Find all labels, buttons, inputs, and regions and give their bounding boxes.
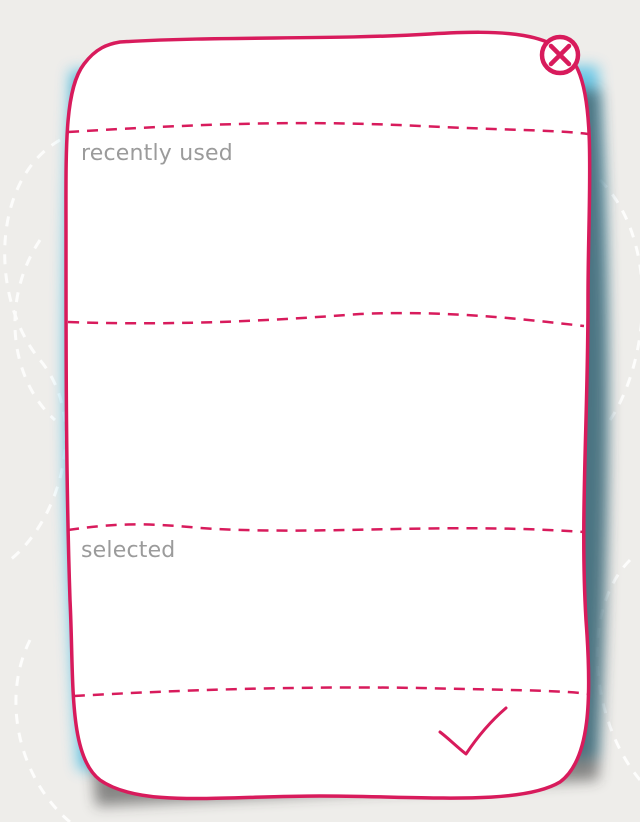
close-circle-x-icon	[539, 34, 581, 76]
close-button[interactable]	[536, 31, 584, 79]
confirm-button[interactable]	[430, 700, 514, 766]
recently-used-label: recently used	[81, 141, 233, 166]
screen: recently used selected	[0, 0, 640, 822]
selected-label: selected	[81, 538, 176, 563]
checkmark-icon	[438, 706, 508, 756]
items-section	[72, 328, 582, 522]
